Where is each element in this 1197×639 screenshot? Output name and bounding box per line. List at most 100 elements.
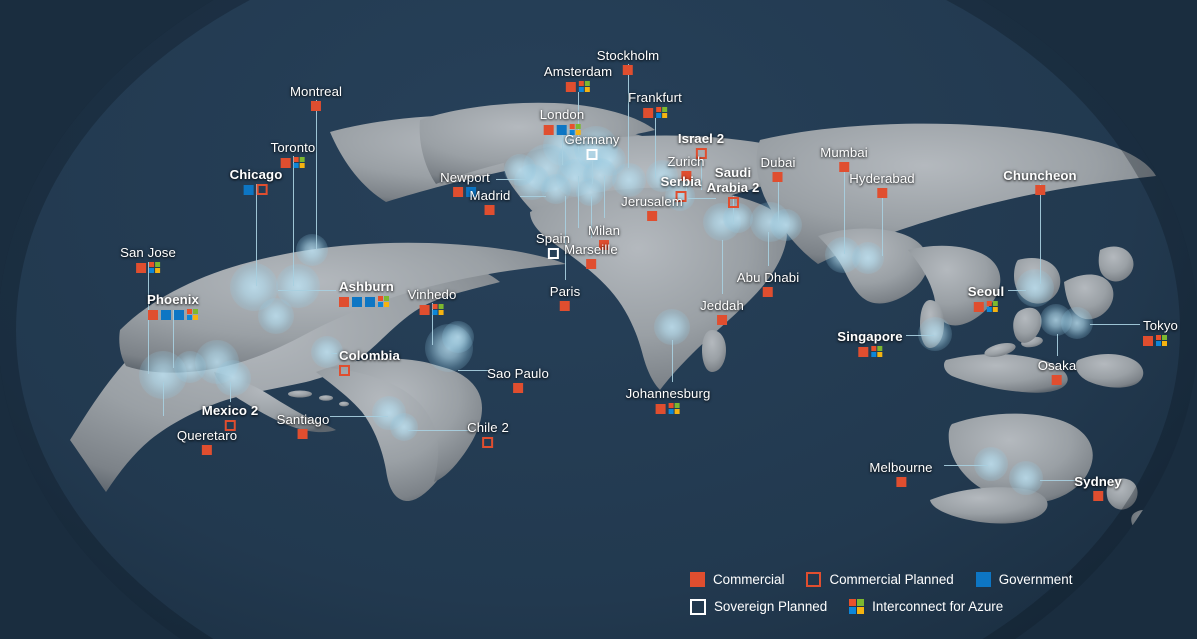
filled-square-red-icon [646, 211, 657, 221]
microsoft-logo-icon [668, 403, 680, 414]
city-marker-frankfurt[interactable]: Frankfurt [628, 90, 682, 118]
city-marker-saudi-arabia-2[interactable]: Saudi Arabia 2 [702, 165, 764, 208]
filled-square-blue-icon [975, 572, 991, 587]
city-label: Marseille [564, 242, 618, 257]
city-marker-san-jose[interactable]: San Jose [120, 245, 176, 273]
datacenter-map: Montreal Toronto Chicago San Jose Phoenix Ash… [0, 0, 1197, 639]
filled-square-red-icon [565, 81, 576, 92]
microsoft-logo-icon [870, 346, 882, 357]
city-icon-group [147, 309, 199, 320]
microsoft-logo-icon [1156, 335, 1167, 346]
filled-square-blue-icon [365, 296, 375, 307]
city-marker-jeddah[interactable]: Jeddah [700, 298, 744, 325]
leader-chicago [256, 184, 258, 286]
leader-london [562, 135, 564, 165]
city-marker-chicago[interactable]: Chicago [230, 167, 283, 195]
leader-frankfurt [655, 118, 657, 178]
city-marker-abu-dhabi[interactable]: Abu Dhabi [737, 270, 800, 297]
outlined-square-white-icon [547, 248, 559, 259]
leader-chuncheon [1040, 184, 1042, 284]
leader-madrid [520, 196, 546, 198]
city-icon-group [550, 301, 581, 311]
city-marker-chuncheon[interactable]: Chuncheon [1003, 168, 1077, 195]
city-label: Jeddah [700, 298, 744, 313]
outlined-square-red-icon [806, 572, 822, 587]
city-marker-dubai[interactable]: Dubai [761, 155, 796, 182]
leader-abudhabi [768, 232, 770, 266]
city-label: Zurich [667, 154, 705, 169]
city-label: Serbia [660, 174, 702, 189]
city-label: Chuncheon [1003, 168, 1077, 183]
filled-square-red-icon [339, 296, 349, 307]
leader-sydney [1040, 480, 1078, 482]
city-marker-johannesburg[interactable]: Johannesburg [626, 386, 711, 414]
city-icon-group [467, 437, 509, 448]
city-marker-sao-paulo[interactable]: Sao Paulo [487, 366, 549, 393]
city-label: Madrid [469, 188, 511, 203]
city-marker-colombia[interactable]: Colombia [339, 348, 400, 376]
city-marker-chile-2[interactable]: Chile 2 [467, 420, 509, 448]
leader-saopaulo [458, 370, 490, 372]
filled-square-blue-icon [161, 309, 171, 320]
city-marker-ashburn[interactable]: Ashburn [339, 279, 394, 307]
city-marker-phoenix[interactable]: Phoenix [147, 292, 199, 320]
city-icon-group [544, 81, 612, 92]
leader-chile2 [408, 430, 470, 432]
city-icon-group [702, 197, 764, 208]
outlined-square-white-icon [690, 598, 706, 615]
city-marker-hyderabad[interactable]: Hyderabad [849, 171, 915, 198]
city-marker-montreal[interactable]: Montreal [290, 84, 342, 111]
city-marker-queretaro[interactable]: Queretaro [177, 428, 237, 455]
filled-square-blue-icon [174, 309, 184, 320]
city-icon-group [837, 346, 902, 357]
filled-square-red-icon [773, 172, 783, 182]
city-marker-mumbai[interactable]: Mumbai [820, 145, 868, 172]
outlined-square-red-icon [727, 197, 739, 208]
city-icon-group [564, 259, 618, 269]
city-label: London [539, 107, 585, 122]
city-label: Chile 2 [467, 420, 509, 435]
filled-square-red-icon [623, 65, 633, 75]
legend-row: Commercial Commercial Planned Government [690, 566, 1190, 593]
city-marker-seoul[interactable]: Seoul [968, 284, 1004, 312]
city-label: Amsterdam [543, 64, 613, 79]
city-marker-jerusalem[interactable]: Jerusalem [621, 194, 683, 221]
city-label: Newport [440, 170, 490, 185]
legend-label: Interconnect for Azure [872, 599, 1004, 614]
legend-item-commercial-planned[interactable]: Commercial Planned [806, 572, 954, 587]
city-marker-singapore[interactable]: Singapore [837, 329, 903, 357]
leader-johannesburg [672, 340, 674, 382]
filled-square-red-icon [690, 572, 705, 587]
city-label: Queretaro [176, 428, 238, 443]
city-marker-germany[interactable]: Germany [565, 132, 620, 160]
city-marker-london[interactable]: London [540, 107, 585, 135]
city-marker-amsterdam[interactable]: Amsterdam [544, 64, 612, 92]
city-marker-melbourne[interactable]: Melbourne [869, 460, 933, 487]
legend-item-interconnect[interactable]: Interconnect for Azure [849, 599, 1003, 614]
legend-label: Commercial Planned [829, 572, 954, 587]
city-label: Seoul [967, 284, 1005, 299]
city-marker-toronto[interactable]: Toronto [271, 140, 316, 168]
city-marker-santiago[interactable]: Santiago [277, 412, 330, 439]
leader-jeddah [722, 240, 724, 294]
leader-hyderabad [882, 188, 884, 256]
leader-ashburn [278, 290, 336, 292]
leader-newport [496, 179, 526, 181]
filled-square-red-icon [763, 287, 773, 297]
city-marker-osaka[interactable]: Osaka [1038, 358, 1077, 385]
city-marker-tokyo[interactable]: Tokyo [1143, 318, 1178, 346]
filled-square-red-icon [512, 383, 523, 393]
legend-item-government[interactable]: Government [975, 572, 1072, 587]
legend-item-sovereign-planned[interactable]: Sovereign Planned [690, 598, 827, 615]
filled-square-red-icon [310, 101, 321, 111]
city-marker-mexico-2[interactable]: Mexico 2 [202, 403, 259, 431]
filled-square-red-icon [419, 304, 430, 315]
city-marker-madrid[interactable]: Madrid [470, 188, 511, 215]
city-marker-vinhedo[interactable]: Vinhedo [408, 287, 457, 315]
city-marker-marseille[interactable]: Marseille [564, 242, 618, 269]
city-marker-sydney[interactable]: Sydney [1074, 474, 1122, 501]
legend-label: Commercial [713, 572, 785, 587]
city-label: Stockholm [596, 48, 660, 63]
city-marker-paris[interactable]: Paris [550, 284, 581, 311]
legend-item-commercial[interactable]: Commercial [690, 572, 784, 587]
